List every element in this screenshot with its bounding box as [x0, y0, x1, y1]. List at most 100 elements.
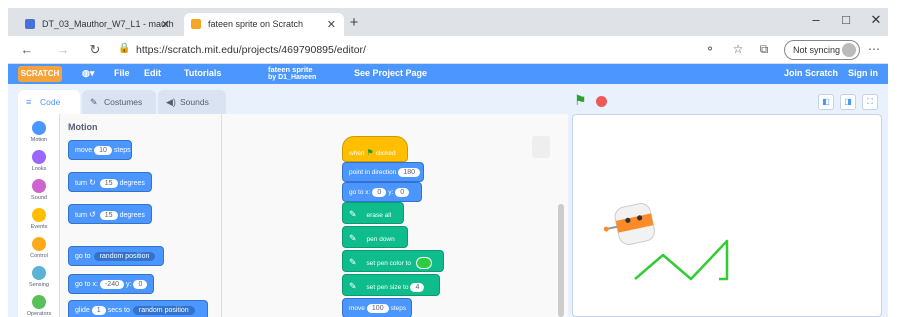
category-operators[interactable]: Operators — [18, 292, 60, 317]
stage-controls: ⚑ ◧ ◨ ⛶ — [568, 90, 888, 114]
block-text: move — [349, 305, 365, 312]
pen-down-block[interactable]: ✎ pen down — [342, 226, 408, 248]
globe-icon[interactable]: ◍▾ — [82, 68, 94, 79]
close-tab-icon[interactable]: ✕ — [161, 18, 170, 31]
category-sensing[interactable]: Sensing — [18, 263, 60, 293]
category-control[interactable]: Control — [18, 234, 60, 264]
menu-file[interactable]: File — [114, 68, 130, 78]
move-steps-block[interactable]: move 100 steps — [342, 298, 412, 317]
category-label: Sound — [31, 195, 47, 201]
motion-dot-icon — [32, 121, 46, 135]
profile-avatar — [842, 43, 856, 57]
script-scrollbar[interactable] — [558, 204, 564, 317]
category-label: Events — [30, 224, 48, 230]
block-text: glide — [75, 307, 90, 314]
close-window-button[interactable]: ✕ — [864, 12, 888, 28]
pen-color-swatch[interactable] — [415, 257, 432, 270]
tab-costumes[interactable]: ✎ Costumes — [82, 90, 156, 114]
control-dot-icon — [32, 237, 46, 251]
category-motion[interactable]: Motion — [18, 118, 60, 148]
favorite-star-icon[interactable]: ☆ — [730, 42, 746, 56]
block-text: degrees — [119, 180, 145, 187]
scratch-logo[interactable]: SCRATCH — [18, 66, 62, 82]
point-in-direction-block[interactable]: point in direction 180 — [342, 162, 424, 182]
rotate-right-icon: ↻ — [89, 178, 96, 187]
events-dot-icon — [32, 208, 46, 222]
block-input[interactable]: 0 — [395, 188, 410, 197]
read-aloud-icon[interactable]: ⚬ — [702, 42, 718, 56]
collections-icon[interactable]: ⧉ — [756, 42, 772, 57]
block-text: clicked — [375, 150, 396, 157]
block-text: set pen color to — [366, 260, 411, 267]
block-input[interactable]: 1 — [91, 306, 106, 315]
block-input[interactable]: 0 — [133, 280, 148, 289]
green-flag-icon: ⚑ — [366, 148, 374, 157]
block-go-to[interactable]: go to random position — [68, 246, 164, 266]
category-label: Control — [30, 253, 48, 259]
scratch-editor: ≡ Code ✎ Costumes ◀) Sounds Motion Looks… — [8, 84, 888, 317]
block-input[interactable]: 4 — [410, 283, 425, 292]
block-text: go to x: — [75, 281, 98, 288]
block-input[interactable]: -240 — [99, 280, 124, 289]
back-icon[interactable]: ← — [18, 42, 36, 57]
block-glide[interactable]: glide 1 secs to random position — [68, 300, 208, 317]
rotate-left-icon: ↺ — [89, 210, 96, 219]
category-looks[interactable]: Looks — [18, 147, 60, 177]
block-text: set pen size to — [366, 284, 409, 291]
browser-tab-1[interactable]: DT_03_Mauthor_W7_L1 - mauth ✕ — [18, 13, 178, 36]
block-dropdown[interactable]: random position — [132, 306, 195, 315]
block-turn-right[interactable]: turn ↻ 15 degrees — [68, 172, 152, 192]
maximize-button[interactable]: □ — [834, 12, 858, 27]
block-input[interactable]: 180 — [398, 168, 421, 177]
close-tab-icon[interactable]: ✕ — [327, 18, 336, 31]
block-go-to-xy[interactable]: go to x: -240 y: 0 — [68, 274, 154, 294]
address-bar: ← → ↻ 🔒 https://scratch.mit.edu/projects… — [8, 36, 888, 64]
block-input[interactable]: 15 — [99, 179, 118, 188]
tab-label: Sounds — [180, 97, 209, 107]
sync-button[interactable]: Not syncing — [784, 40, 860, 60]
category-menu: Motion Looks Sound Events Control Sensin… — [18, 114, 60, 317]
set-pen-color-block[interactable]: ✎ set pen color to — [342, 250, 444, 272]
tab-sounds[interactable]: ◀) Sounds — [158, 90, 226, 114]
block-text: erase all — [366, 212, 392, 219]
block-input[interactable]: 10 — [94, 146, 112, 155]
see-project-page-link[interactable]: See Project Page — [354, 68, 427, 78]
block-move-steps[interactable]: move 10 steps — [68, 140, 132, 160]
block-text: turn — [75, 212, 88, 219]
category-label: Sensing — [29, 282, 49, 288]
when-flag-clicked-block[interactable]: when ⚑ clicked — [342, 136, 408, 162]
block-input[interactable]: 15 — [99, 211, 118, 220]
url-field[interactable]: 🔒 https://scratch.mit.edu/projects/46979… — [118, 41, 678, 59]
tab-code[interactable]: ≡ Code — [18, 90, 80, 114]
reload-icon[interactable]: ↻ — [86, 42, 104, 58]
block-dropdown[interactable]: random position — [93, 252, 156, 261]
join-scratch-link[interactable]: Join Scratch — [784, 68, 838, 78]
sign-in-link[interactable]: Sign in — [848, 68, 878, 78]
menu-tutorials[interactable]: Tutorials — [184, 68, 221, 78]
erase-all-block[interactable]: ✎ erase all — [342, 202, 404, 224]
menu-edit[interactable]: Edit — [144, 68, 161, 78]
forward-icon[interactable]: → — [54, 42, 72, 57]
block-turn-left[interactable]: turn ↺ 15 degrees — [68, 204, 152, 224]
stage[interactable] — [572, 114, 882, 317]
script-area[interactable]: when ⚑ clicked point in direction 180 go to… — [222, 114, 568, 317]
minimize-button[interactable]: – — [804, 12, 828, 27]
fullscreen-icon[interactable]: ⛶ — [862, 94, 878, 110]
more-menu-icon[interactable]: ⋯ — [866, 42, 882, 56]
project-title[interactable]: fateen sprite — [268, 65, 313, 74]
green-flag-icon[interactable]: ⚑ — [574, 92, 587, 109]
new-tab-button[interactable]: + — [344, 14, 364, 31]
category-events[interactable]: Events — [18, 205, 60, 235]
block-text: pen down — [366, 236, 395, 243]
category-sound[interactable]: Sound — [18, 176, 60, 206]
block-text: go to x: — [349, 189, 371, 196]
category-label: Operators — [26, 311, 52, 317]
set-pen-size-block[interactable]: ✎ set pen size to 4 — [342, 274, 440, 296]
normal-stage-icon[interactable]: ◨ — [840, 94, 856, 110]
block-input[interactable]: 100 — [366, 304, 389, 313]
stop-icon[interactable] — [596, 96, 607, 107]
block-input[interactable]: 0 — [372, 188, 387, 197]
small-stage-icon[interactable]: ◧ — [818, 94, 834, 110]
go-to-xy-block[interactable]: go to x: 0 y: 0 — [342, 182, 422, 202]
browser-tab-2-active[interactable]: fateen sprite on Scratch ✕ — [184, 13, 344, 36]
